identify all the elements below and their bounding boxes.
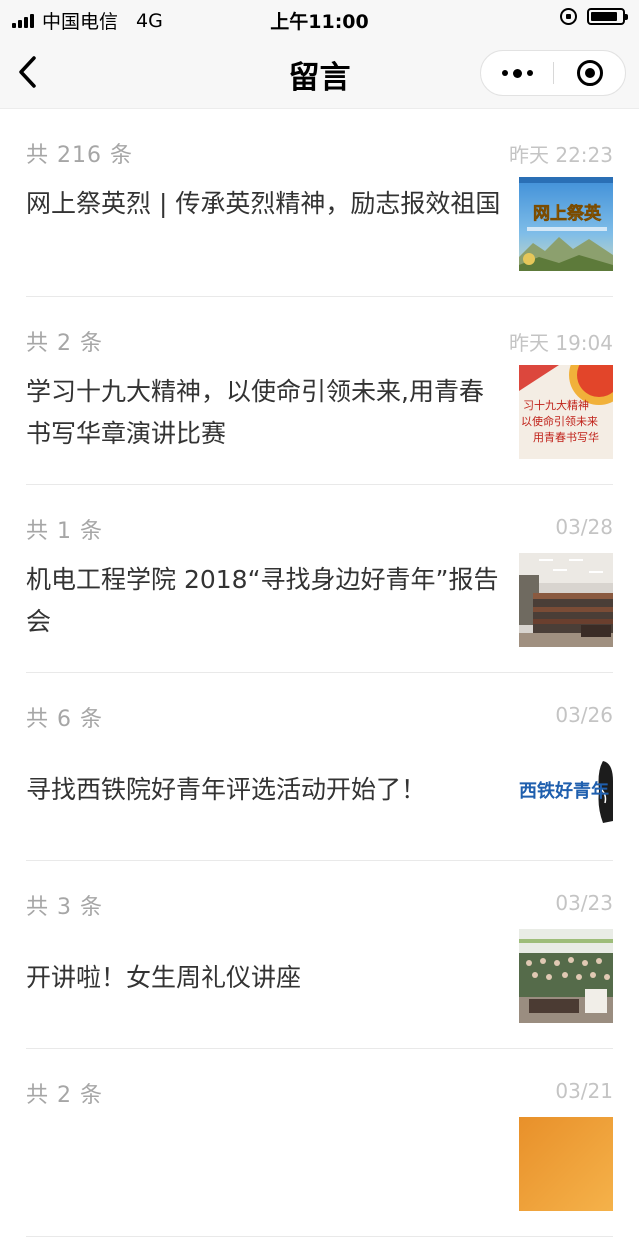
close-target-icon	[577, 60, 603, 86]
nav-bar: 留言	[0, 36, 639, 109]
mini-program-capsule	[480, 50, 626, 96]
list-item[interactable]: 共 1 条 03/28 机电工程学院 2018“寻找身边好青年”报告会	[26, 485, 613, 673]
status-right	[560, 8, 628, 25]
article-thumbnail: 习十九大精神 以使命引领未来 用青春书写华	[519, 365, 613, 459]
list-item[interactable]: 共 216 条 昨天 22:23 网上祭英烈 | 传承英烈精神，励志报效祖国 网…	[26, 109, 613, 297]
comment-count: 共 216 条	[26, 143, 133, 168]
article-thumbnail	[519, 553, 613, 647]
thumbnail-text: 西铁好青年	[519, 780, 609, 802]
list-item[interactable]: 共 2 条 昨天 19:04 学习十九大精神，以使命引领未来,用青春书写华章演讲…	[26, 297, 613, 485]
timestamp: 昨天 19:04	[509, 331, 613, 355]
timestamp: 03/21	[555, 1079, 613, 1103]
comment-count: 共 3 条	[26, 895, 103, 920]
comment-count: 共 2 条	[26, 1083, 103, 1108]
article-thumbnail	[519, 929, 613, 1023]
list-item[interactable]: 共 2 条 03/21	[26, 1049, 613, 1237]
thumbnail-text-line-3: 用青春书写华	[533, 430, 599, 444]
clock: 上午11:00	[270, 11, 369, 33]
article-thumbnail: 网上祭英	[519, 177, 613, 271]
thumbnail-text-line-1: 习十九大精神	[523, 398, 589, 412]
article-title: 网上祭英烈 | 传承英烈精神，励志报效祖国	[26, 189, 501, 218]
timestamp: 03/28	[555, 515, 613, 539]
comment-count: 共 2 条	[26, 331, 103, 356]
battery-icon	[587, 8, 628, 25]
timestamp: 03/23	[555, 891, 613, 915]
orientation-lock-icon	[560, 8, 577, 25]
article-thumbnail	[519, 1117, 613, 1211]
more-button[interactable]	[481, 51, 553, 95]
comment-count: 共 6 条	[26, 707, 103, 732]
list-item[interactable]: 共 6 条 03/26 寻找西铁院好青年评选活动开始了！ 西铁好青年	[26, 673, 613, 861]
comment-count: 共 1 条	[26, 519, 103, 544]
article-thumbnail: 西铁好青年	[519, 741, 613, 835]
article-title: 开讲啦！女生周礼仪讲座	[26, 963, 302, 992]
article-title: 学习十九大精神，以使命引领未来,用青春书写华章演讲比赛	[26, 377, 484, 448]
more-icon	[501, 70, 508, 76]
close-button[interactable]	[554, 51, 626, 95]
timestamp: 03/26	[555, 703, 613, 727]
thumbnail-text: 网上祭英	[533, 203, 602, 224]
article-title: 寻找西铁院好青年评选活动开始了！	[26, 775, 427, 804]
list-item[interactable]: 共 3 条 03/23 开讲啦！女生周礼仪讲座	[26, 861, 613, 1049]
article-title: 机电工程学院 2018“寻找身边好青年”报告会	[26, 565, 499, 636]
status-bar: 中国电信 4G 上午11:00	[0, 0, 639, 36]
message-list: 共 216 条 昨天 22:23 网上祭英烈 | 传承英烈精神，励志报效祖国 网…	[0, 109, 639, 1237]
timestamp: 昨天 22:23	[509, 143, 613, 167]
thumbnail-text-line-2: 以使命引领未来	[521, 414, 598, 428]
